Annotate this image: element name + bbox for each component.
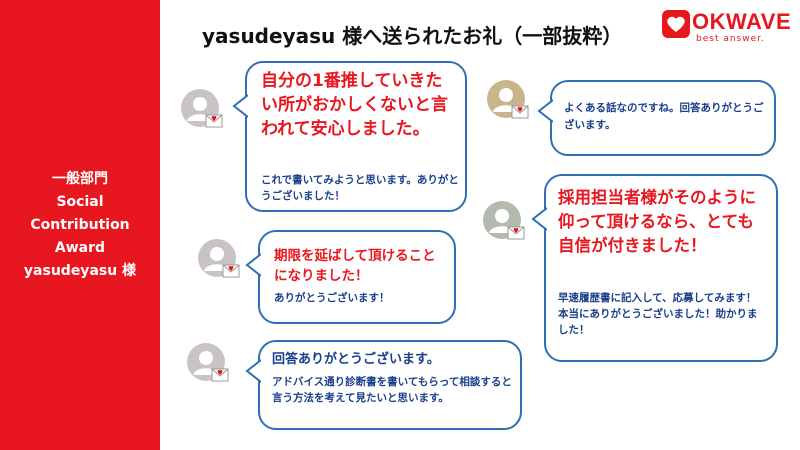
bubble-tail	[531, 207, 547, 231]
message-1-highlight: 自分の1番推していきたい所がおかしくないと言われて安心しました。	[261, 71, 448, 139]
award-category: 一般部門	[51, 170, 108, 187]
user-avatar-icon	[487, 80, 529, 119]
bubble-tail	[232, 94, 248, 118]
page-title: yasudeyasu 様へ送られたお礼（一部抜粋）	[202, 24, 623, 48]
award-name-line3: Award	[54, 239, 106, 256]
thanks-message-4: よくある話なのですね。回答ありがとうございます。	[537, 80, 776, 156]
thanks-message-2: 期限を延ばして頂けることになりました！ ありがとうございます！	[245, 230, 456, 324]
bubble-tail	[245, 359, 261, 383]
user-avatar-icon	[483, 201, 525, 240]
bubble-tail	[537, 99, 553, 123]
user-avatar-icon	[187, 343, 229, 382]
user-avatar-icon	[181, 89, 223, 128]
message-2-highlight: 期限を延ばして頂けることになりました！	[274, 248, 436, 284]
message-5-highlight: 採用担当者様がそのように仰って頂けるなら、とても自信が付きました！	[558, 188, 756, 255]
thanks-message-5: 採用担当者様がそのように仰って頂けるなら、とても自信が付きました！ 早速履歴書に…	[531, 174, 778, 362]
bubble-tail	[245, 253, 261, 277]
thanks-message-1: 自分の1番推していきたい所がおかしくないと言われて安心しました。 これで書いてみ…	[232, 61, 467, 212]
message-2-body: ありがとうございます！	[274, 292, 390, 304]
message-3-body: アドバイス通り診断書を書いてもらって相談すると言う方法を考えて見たいと思います。	[272, 376, 512, 404]
message-4-body: よくある話なのですね。回答ありがとうございます。	[564, 102, 764, 131]
heart-logo-icon	[662, 10, 690, 38]
award-sidebar: 一般部門 Social Contribution Award yasudeyas…	[0, 0, 160, 450]
message-3-highlight: 回答ありがとうございます。	[272, 352, 440, 367]
logo-brand: OKWAVE	[692, 9, 792, 34]
okwave-logo: OKWAVE best answer.	[660, 8, 792, 48]
message-1-body: これで書いてみようと思います。ありがとうございました！	[261, 174, 459, 202]
user-avatar-icon	[198, 239, 240, 278]
award-name-line2: Contribution	[30, 216, 130, 233]
award-name-line1: Social	[56, 193, 104, 210]
thanks-message-3: 回答ありがとうございます。 アドバイス通り診断書を書いてもらって相談すると言う方…	[245, 340, 522, 430]
message-5-body: 早速履歴書に記入して、応募してみます！本当にありがとうございました！助かりました…	[558, 292, 758, 336]
awardee-name: yasudeyasu 様	[23, 262, 137, 279]
logo-tagline: best answer.	[696, 34, 765, 44]
